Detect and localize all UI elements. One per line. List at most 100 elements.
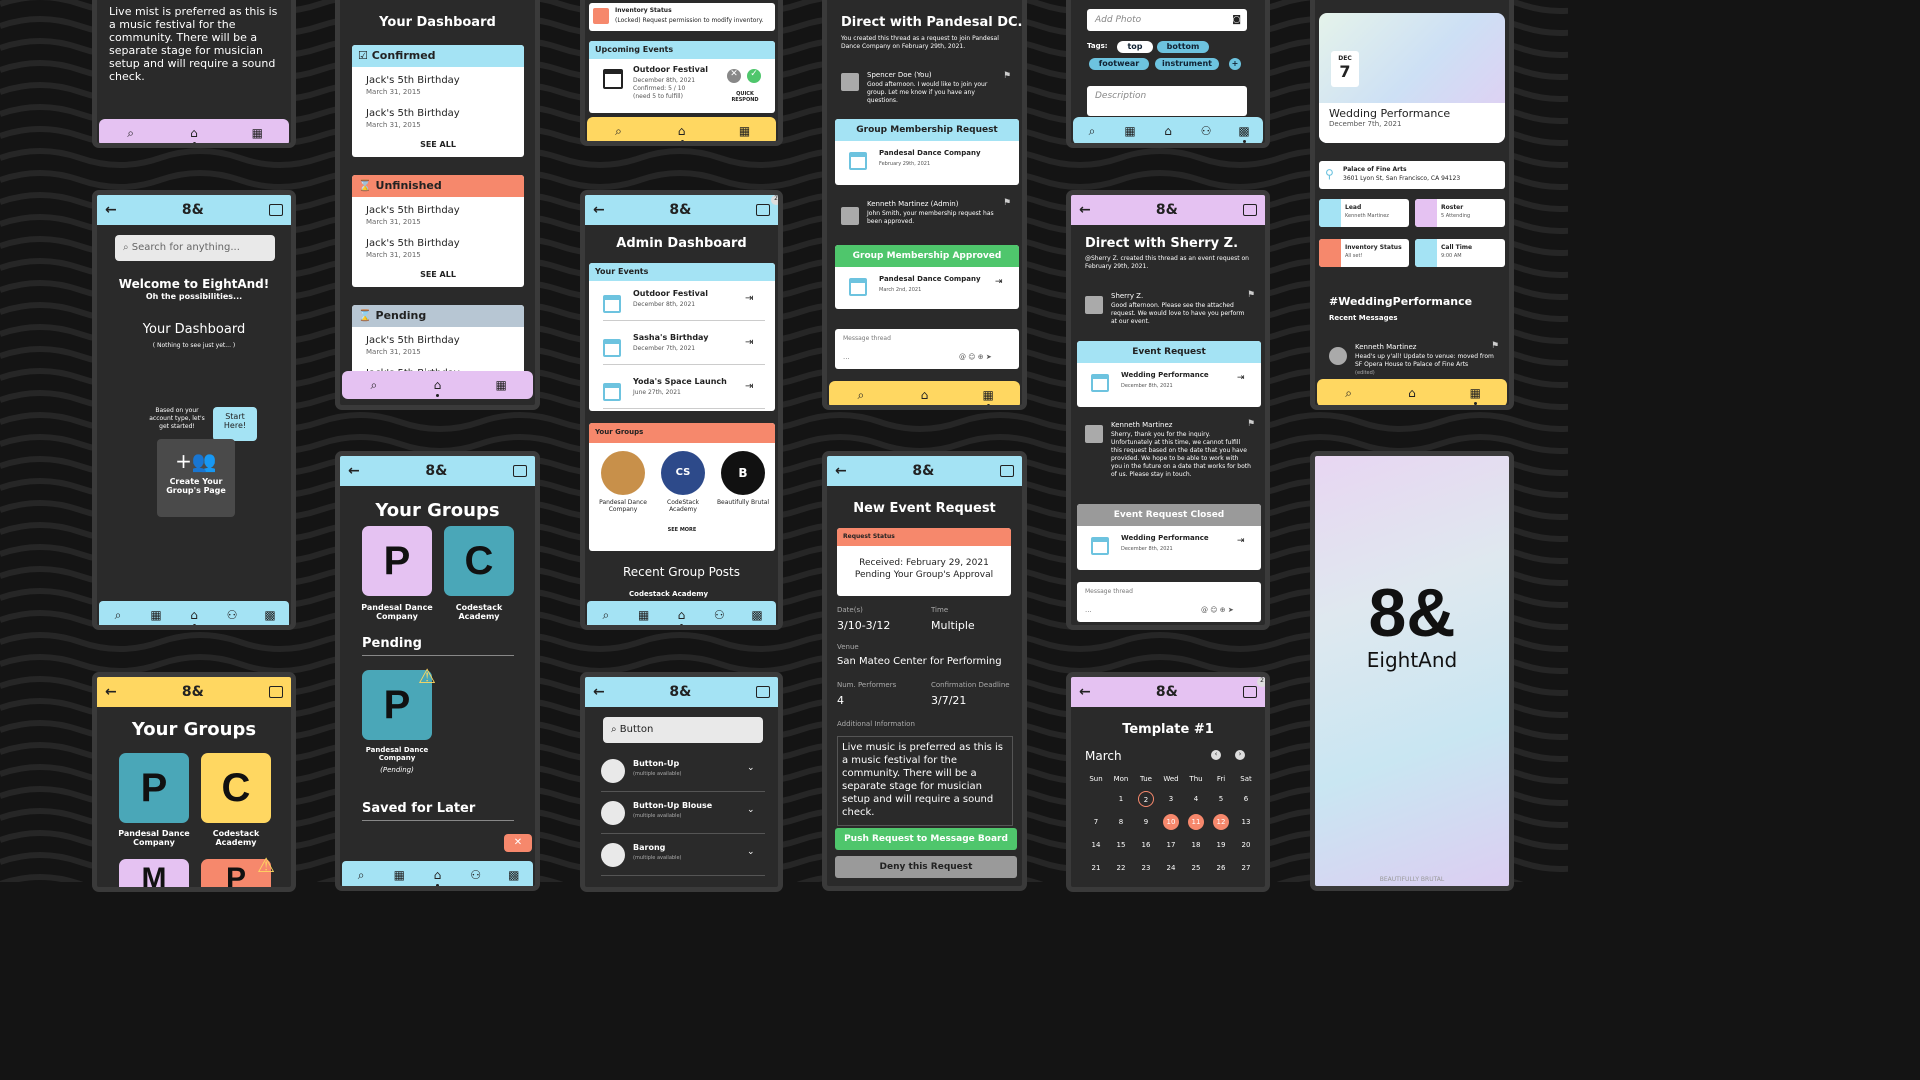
event-name[interactable]: Jack's 5th Birthday	[366, 238, 460, 249]
calendar-day[interactable]: 14	[1088, 837, 1104, 853]
event-summary[interactable]: Wedding Performance December 7th, 2021	[1319, 103, 1505, 143]
inventory-card[interactable]: Inventory Status (Locked) Request permis…	[589, 3, 775, 31]
enter-icon[interactable]: ⇥	[995, 277, 1003, 287]
description-field[interactable]: Description	[1087, 86, 1247, 116]
back-arrow-icon[interactable]: ←	[1079, 684, 1091, 700]
search-icon[interactable]: ⌕	[852, 388, 870, 403]
search-icon[interactable]: ⌕	[352, 868, 370, 883]
calendar-day[interactable]: 21	[1088, 860, 1104, 876]
calendar-day[interactable]: 7	[1088, 814, 1104, 830]
push-request-button[interactable]: Push Request to Message Board	[835, 828, 1017, 850]
event-name[interactable]: Jack's 5th Birthday	[366, 205, 460, 216]
event-name[interactable]: Outdoor Festival	[633, 65, 708, 74]
group-logo-codestack[interactable]: C	[444, 526, 514, 596]
enter-icon[interactable]: ⇥	[745, 337, 753, 348]
calendar-day[interactable]: 22	[1113, 860, 1129, 876]
membership-approved-card[interactable]: Group Membership Approved Pandesal Dance…	[835, 245, 1019, 309]
info-tile[interactable]: Call Time 9:00 AM	[1415, 239, 1505, 267]
back-arrow-icon[interactable]: ←	[105, 684, 117, 700]
search-icon[interactable]: ⌕	[122, 126, 140, 141]
tag-chip[interactable]: footwear	[1089, 58, 1149, 70]
home-icon[interactable]: ⌂	[1159, 124, 1177, 138]
calendar-icon[interactable]: ▦	[736, 124, 754, 138]
inbox-icon[interactable]	[269, 204, 283, 216]
calendar-icon[interactable]: ▦	[979, 388, 997, 405]
group-logo-pandesal[interactable]: P	[119, 753, 189, 823]
next-month-button[interactable]: ›	[1235, 750, 1245, 760]
calendar-day[interactable]: 6	[1238, 791, 1254, 807]
calendar-day[interactable]: 23	[1138, 860, 1154, 876]
calendar-icon[interactable]: ▦	[248, 126, 266, 140]
calendar-day[interactable]: 11	[1188, 814, 1204, 830]
event-name[interactable]: Outdoor Festival	[633, 289, 708, 298]
info-tile[interactable]: Roster 5 Attending	[1415, 199, 1505, 227]
calendar-day[interactable]: 9	[1138, 814, 1154, 830]
search-icon[interactable]: ⌕	[365, 378, 383, 393]
membership-request-card[interactable]: Group Membership Request Pandesal Dance …	[835, 119, 1019, 185]
flag-icon[interactable]: ⚑	[1247, 419, 1255, 429]
qr-icon[interactable]: ▩	[748, 608, 766, 622]
more-options[interactable]: ...	[843, 353, 850, 361]
group-logo-more[interactable]: M	[119, 859, 189, 887]
qr-icon[interactable]: ▩	[1235, 124, 1253, 143]
calendar-icon[interactable]: ▦	[390, 868, 408, 882]
see-all-button[interactable]: SEE ALL	[352, 140, 524, 149]
attachment-icons[interactable]: @ ☺ ⊕ ➤	[959, 353, 992, 361]
prev-month-button[interactable]: ‹	[1211, 750, 1221, 760]
info-tile[interactable]: Inventory Status All set!	[1319, 239, 1409, 267]
home-icon[interactable]: ⌂	[428, 868, 446, 886]
tag-chip[interactable]: top	[1117, 41, 1153, 53]
calendar-day[interactable]: 15	[1113, 837, 1129, 853]
codestack-avatar[interactable]: CS	[661, 451, 705, 495]
event-name[interactable]: Jack's 5th Birthday	[366, 108, 460, 119]
accept-button[interactable]: ✓	[747, 69, 761, 83]
back-arrow-icon[interactable]: ←	[348, 463, 360, 479]
flag-icon[interactable]: ⚑	[1003, 198, 1011, 208]
back-arrow-icon[interactable]: ←	[1079, 202, 1091, 218]
search-input[interactable]: ⌕ Button	[603, 717, 763, 743]
home-icon[interactable]: ⌂	[1403, 386, 1421, 400]
people-icon[interactable]: ⚇	[467, 868, 485, 882]
event-name[interactable]: Sasha's Birthday	[633, 333, 708, 342]
venue-card[interactable]: ⚲ Palace of Fine Arts 3601 Lyon St, San …	[1319, 161, 1505, 189]
message-input[interactable]: Message thread ... @ ☺ ⊕ ➤	[1077, 582, 1261, 622]
people-icon[interactable]: ⚇	[223, 608, 241, 622]
calendar-day[interactable]: 3	[1163, 791, 1179, 807]
flag-icon[interactable]: ⚑	[1003, 71, 1011, 81]
add-photo-field[interactable]: Add Photo ◙	[1087, 9, 1247, 31]
event-name[interactable]: Yoda's Space Launch	[633, 377, 727, 386]
home-icon[interactable]: ⌂	[915, 388, 933, 402]
list-item[interactable]: Barong (multiple available) ⌄	[601, 839, 765, 877]
enter-icon[interactable]: ⇥	[1237, 536, 1245, 546]
calendar-day[interactable]: 12	[1213, 814, 1229, 830]
calendar-day[interactable]: 26	[1213, 860, 1229, 876]
people-icon[interactable]: ⚇	[710, 608, 728, 622]
calendar-day[interactable]: 16	[1138, 837, 1154, 853]
tag-chip[interactable]: bottom	[1157, 41, 1209, 53]
attachment-icons[interactable]: @ ☺ ⊕ ➤	[1201, 606, 1234, 614]
search-icon[interactable]: ⌕	[109, 608, 127, 623]
calendar-day[interactable]: 20	[1238, 837, 1254, 853]
flag-icon[interactable]: ⚑	[1491, 341, 1499, 351]
calendar-day[interactable]: 10	[1163, 814, 1179, 830]
calendar-day[interactable]: 27	[1238, 860, 1254, 876]
calendar-day[interactable]: 25	[1188, 860, 1204, 876]
event-request-card[interactable]: Event Request Wedding Performance Decemb…	[1077, 341, 1261, 407]
people-icon[interactable]: ⚇	[1197, 124, 1215, 138]
home-icon[interactable]: ⌂	[672, 608, 690, 625]
calendar-icon[interactable]: ▦	[147, 608, 165, 622]
camera-icon[interactable]: ◙	[1232, 9, 1241, 31]
flag-icon[interactable]: ⚑	[1247, 290, 1255, 300]
chevron-down-icon[interactable]: ⌄	[747, 763, 755, 773]
inbox-icon[interactable]	[756, 686, 770, 698]
calendar-day[interactable]: 4	[1188, 791, 1204, 807]
post-group[interactable]: Codestack Academy	[629, 590, 708, 598]
home-icon[interactable]: ⌂	[673, 124, 691, 141]
list-item[interactable]: Button-Up Blouse (multiple available) ⌄	[601, 797, 765, 835]
calendar-icon[interactable]: ▦	[1466, 386, 1484, 405]
calendar-day[interactable]: 8	[1113, 814, 1129, 830]
calendar-icon[interactable]: ▦	[492, 378, 510, 392]
search-icon[interactable]: ⌕	[1340, 386, 1358, 401]
tag-chip[interactable]: instrument	[1155, 58, 1219, 70]
calendar-day[interactable]: 1	[1113, 791, 1129, 807]
